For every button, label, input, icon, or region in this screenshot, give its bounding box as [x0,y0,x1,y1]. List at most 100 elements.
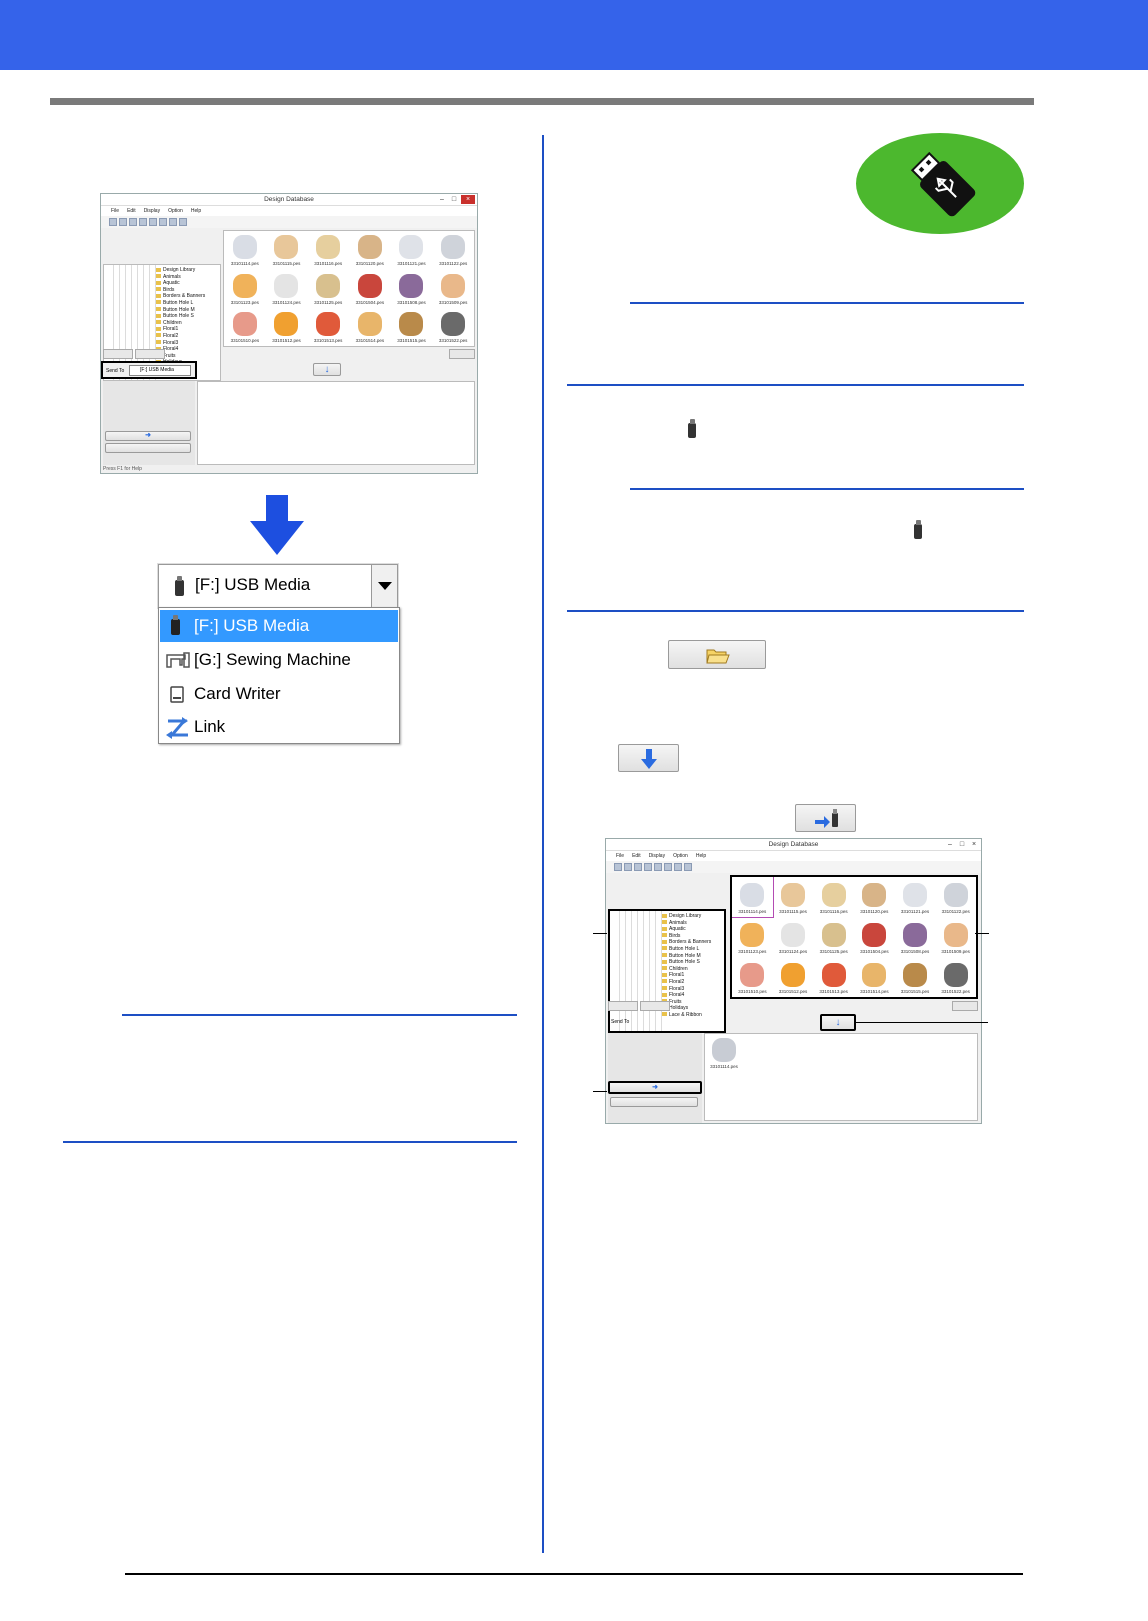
menu-option[interactable]: Option [168,206,183,216]
folder-view-button[interactable] [135,349,165,359]
list-item[interactable]: 33101114.pes [709,1038,739,1072]
thumbnail-item[interactable]: 33101504.pes [349,269,391,307]
copy-icon[interactable] [119,218,127,226]
thumbnail-item[interactable]: 33101115.pes [773,877,814,917]
view-large-icon[interactable] [139,218,147,226]
properties-icon[interactable] [674,863,682,871]
copy-icon[interactable] [624,863,632,871]
cut-icon[interactable] [614,863,622,871]
close-icon[interactable]: × [969,840,979,849]
chevron-down-icon[interactable] [371,565,397,607]
thumbnail-item[interactable]: 33101120.pes [349,231,391,269]
maximize-icon[interactable]: □ [957,840,967,849]
close-icon[interactable]: × [461,195,475,204]
thumbnail-item[interactable]: 33101504.pes [854,917,895,957]
thumbnail-item[interactable]: 33101125.pes [307,269,349,307]
menu-display[interactable]: Display [649,851,665,861]
tree-item[interactable]: Button Hole S [662,959,711,966]
expand-button[interactable] [449,349,475,359]
tree-item[interactable]: Borders & Banners [662,939,711,946]
view-small-icon[interactable] [159,218,167,226]
thumbnail-item[interactable]: 33101508.pes [895,917,936,957]
view-medium-icon[interactable] [654,863,662,871]
thumbnail-item[interactable]: 33101510.pes [224,308,266,346]
thumbnail-item[interactable]: 33101123.pes [732,917,773,957]
dropdown-option-usb-media[interactable]: [F:] USB Media [160,610,398,642]
thumbnail-item[interactable]: 33101512.pes [266,308,308,346]
folder-tree[interactable]: Design Library Animals Aquatic Birds Bor… [608,909,726,1033]
tree-item[interactable]: Birds [662,933,711,940]
add-to-list-button[interactable]: ↓ [820,1014,856,1031]
tree-item[interactable]: Lace & Ribbon [662,1012,711,1019]
tree-item[interactable]: Animals [156,274,205,281]
thumbnail-item[interactable]: 33101512.pes [773,957,814,997]
thumbnail-item[interactable]: 33101116.pes [307,231,349,269]
tree-item[interactable]: Birds [156,287,205,294]
view-small-icon[interactable] [664,863,672,871]
expand-button[interactable] [952,1001,978,1011]
delete-button[interactable] [105,443,191,453]
folder-view-button[interactable] [640,1001,670,1011]
thumbnail-item[interactable]: 33101510.pes [732,957,773,997]
thumbnail-item[interactable]: 33101514.pes [349,308,391,346]
tree-item[interactable]: Aquatic [662,926,711,933]
thumbnail-item[interactable]: 33101522.pes [432,308,474,346]
add-to-list-button[interactable]: ↓ [313,363,341,376]
delete-button[interactable] [610,1097,698,1107]
cut-icon[interactable] [109,218,117,226]
thumbnail-item[interactable]: 33101125.pes [813,917,854,957]
view-large-icon[interactable] [644,863,652,871]
tree-item[interactable]: Aquatic [156,280,205,287]
tree-item[interactable]: Design Library [156,267,205,274]
add-to-list-button[interactable] [618,744,679,772]
print-icon[interactable] [684,863,692,871]
thumbnail-view-button[interactable] [608,1001,638,1011]
tree-item[interactable]: Children [662,966,711,973]
menu-edit[interactable]: Edit [127,206,136,216]
view-medium-icon[interactable] [149,218,157,226]
paste-icon[interactable] [129,218,137,226]
send-to-dropdown[interactable]: [F:] USB Media [129,365,191,376]
menu-help[interactable]: Help [191,206,201,216]
tree-item[interactable]: Children [156,320,205,327]
tree-item[interactable]: Button Hole M [156,307,205,314]
thumbnail-item[interactable]: 33101115.pes [266,231,308,269]
menu-option[interactable]: Option [673,851,688,861]
thumbnail-item[interactable]: 33101513.pes [813,957,854,997]
tree-item[interactable]: Animals [662,920,711,927]
thumbnail-item[interactable]: 33101124.pes [773,917,814,957]
menu-edit[interactable]: Edit [632,851,641,861]
tree-item[interactable]: Floral1 [662,972,711,979]
menu-file[interactable]: File [616,851,624,861]
print-icon[interactable] [179,218,187,226]
thumbnail-item[interactable]: 33101122.pes [432,231,474,269]
minimize-icon[interactable]: – [945,840,955,849]
send-to-dropdown-large[interactable]: [F:] USB Media [158,564,398,608]
tree-item[interactable]: Button Hole S [156,313,205,320]
maximize-icon[interactable]: □ [449,195,459,204]
transfer-button[interactable] [795,804,856,832]
tree-item[interactable]: Button Hole M [662,953,711,960]
tree-item[interactable]: Borders & Banners [156,293,205,300]
thumbnail-item[interactable]: 33101116.pes [813,877,854,917]
thumbnail-item[interactable]: 33101513.pes [307,308,349,346]
tree-item[interactable]: Floral2 [662,979,711,986]
paste-icon[interactable] [634,863,642,871]
tree-item[interactable]: Floral1 [156,326,205,333]
tree-item[interactable]: Button Hole L [156,300,205,307]
thumbnail-item[interactable]: 33101121.pes [391,231,433,269]
thumbnail-item[interactable]: 33101508.pes [391,269,433,307]
thumbnail-item[interactable]: 33101114.pes [224,231,266,269]
menu-display[interactable]: Display [144,206,160,216]
thumbnail-item[interactable]: 33101509.pes [935,917,976,957]
tree-item[interactable]: Floral3 [156,340,205,347]
thumbnail-item[interactable]: 33101122.pes [935,877,976,917]
thumbnail-view-button[interactable] [103,349,133,359]
menu-file[interactable]: File [111,206,119,216]
thumbnail-item[interactable]: 33101522.pes [935,957,976,997]
thumbnail-item[interactable]: 33101121.pes [895,877,936,917]
thumbnail-item[interactable]: 33101124.pes [266,269,308,307]
tree-item[interactable]: Button Hole L [662,946,711,953]
tree-item[interactable]: Floral3 [662,986,711,993]
tree-item[interactable]: Floral2 [156,333,205,340]
